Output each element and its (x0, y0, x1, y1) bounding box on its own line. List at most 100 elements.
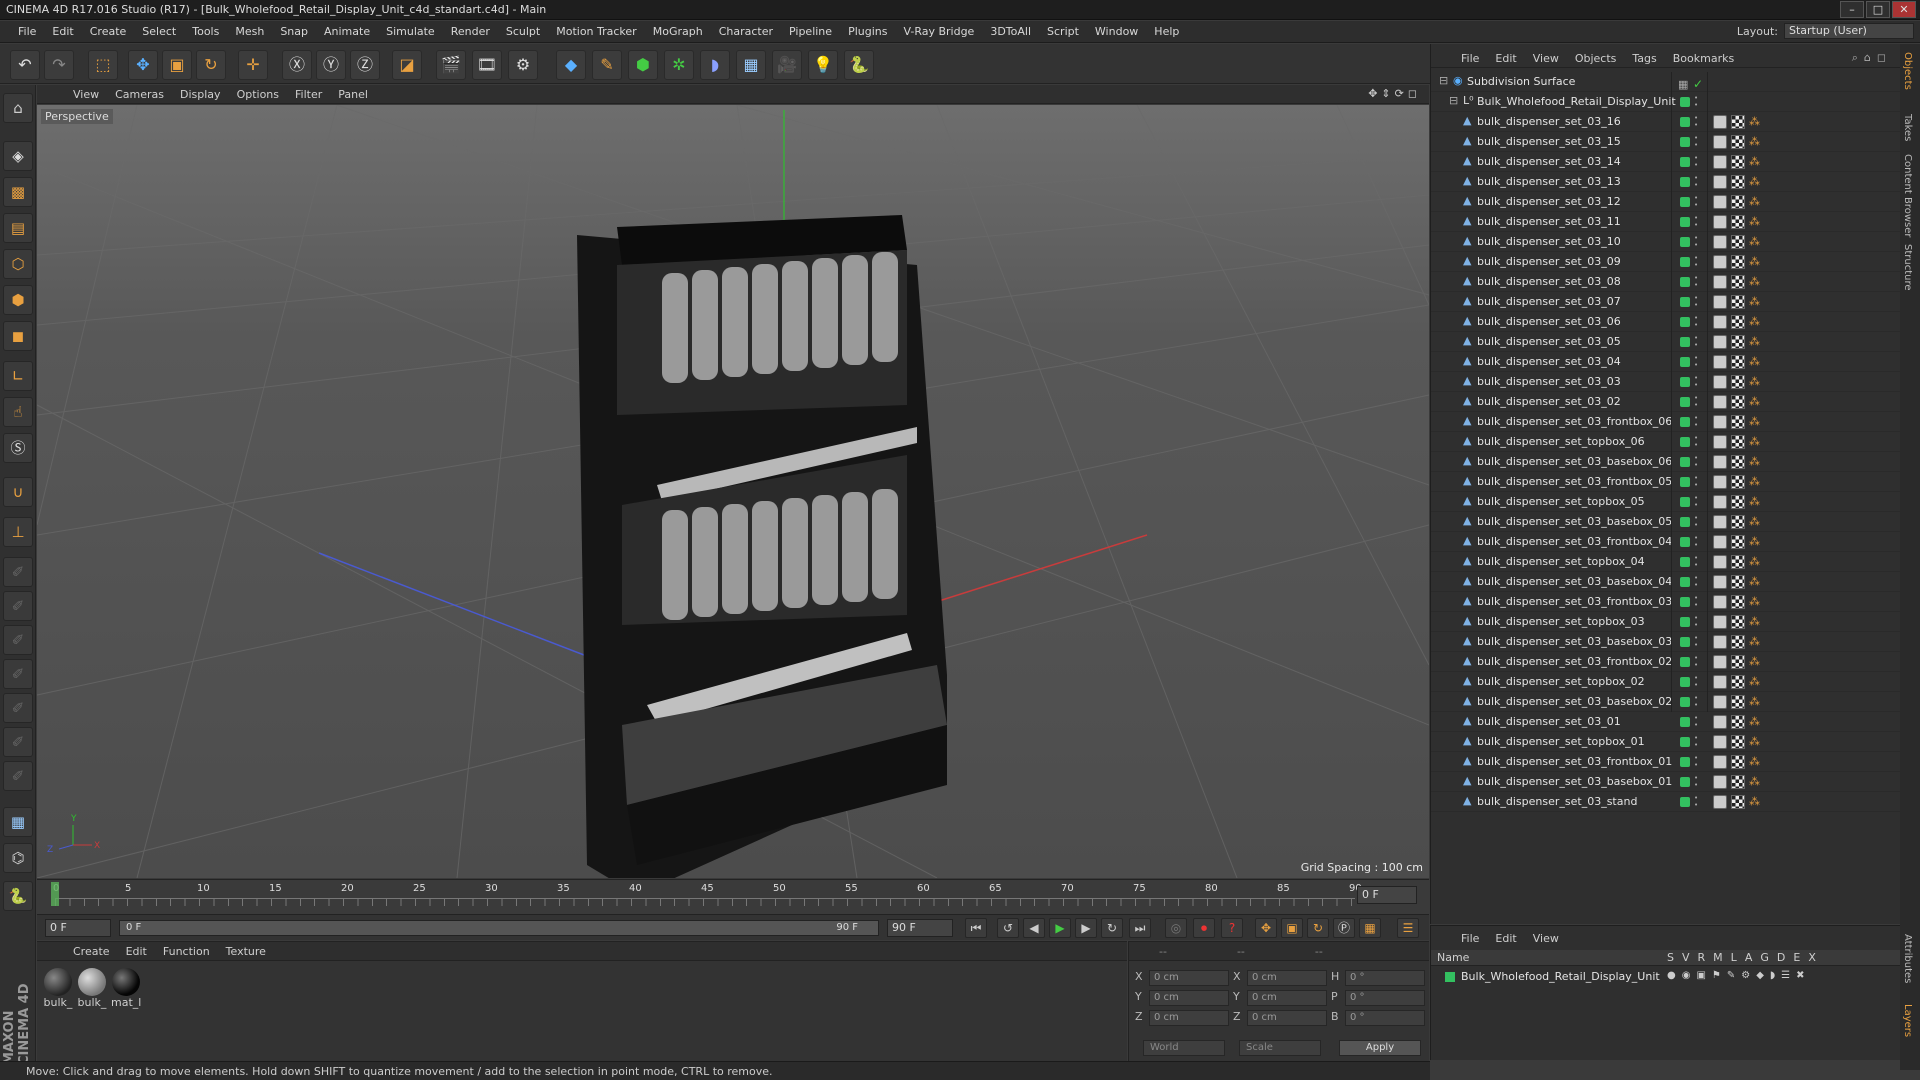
size-x-field[interactable]: 0 cm (1247, 970, 1327, 986)
viewport-menu-cameras[interactable]: Cameras (107, 88, 172, 101)
phong-tag-icon[interactable]: ⁂ (1749, 635, 1761, 649)
layer-color-icon[interactable] (1680, 797, 1690, 807)
object-row[interactable]: ▲ bulk_dispenser_set_03_basebox_02 • • ⁂ (1431, 692, 1900, 712)
material-tag-icon[interactable] (1731, 455, 1745, 469)
phong-tag-icon[interactable]: ⁂ (1749, 795, 1761, 809)
visibility-dots-icon[interactable]: • • (1694, 775, 1698, 789)
material-tag-icon[interactable] (1731, 635, 1745, 649)
scale-icon[interactable]: ▣ (162, 50, 192, 80)
material-tag-icon[interactable] (1731, 655, 1745, 669)
menu-simulate[interactable]: Simulate (378, 25, 443, 38)
phong-tag-icon[interactable]: ⁂ (1749, 495, 1761, 509)
material-menu-edit[interactable]: Edit (118, 945, 155, 958)
texture-tag-icon[interactable] (1713, 195, 1727, 209)
phong-tag-icon[interactable]: ⁂ (1749, 395, 1761, 409)
texture-tag-icon[interactable] (1713, 315, 1727, 329)
object-row[interactable]: ▲ bulk_dispenser_set_03_14 • • ⁂ (1431, 152, 1900, 172)
texture-tag-icon[interactable] (1713, 495, 1727, 509)
material-tag-icon[interactable] (1731, 495, 1745, 509)
python-icon[interactable]: 🐍 (844, 50, 874, 80)
visibility-dots-icon[interactable]: • • (1694, 455, 1698, 469)
python-script-icon[interactable]: 🐍 (3, 881, 33, 911)
material-tag-icon[interactable] (1731, 175, 1745, 189)
next-key-icon[interactable]: ↻ (1101, 918, 1123, 938)
phong-tag-icon[interactable]: ⁂ (1749, 335, 1761, 349)
layer-color-icon[interactable] (1680, 117, 1690, 127)
layer-color-icon[interactable] (1680, 437, 1690, 447)
texture-tag-icon[interactable] (1713, 295, 1727, 309)
phong-tag-icon[interactable]: ⁂ (1749, 215, 1761, 229)
size-z-field[interactable]: 0 cm (1247, 1010, 1327, 1026)
phong-tag-icon[interactable]: ⁂ (1749, 735, 1761, 749)
magnet-icon[interactable]: ∪ (3, 477, 33, 507)
object-row[interactable]: ▲ bulk_dispenser_set_topbox_03 • • ⁂ (1431, 612, 1900, 632)
apply-button[interactable]: Apply (1339, 1040, 1421, 1056)
rot-b-field[interactable]: 0 ° (1345, 1010, 1425, 1026)
texture-tag-icon[interactable] (1713, 695, 1727, 709)
brush-2-icon[interactable]: ✐ (3, 591, 33, 621)
material-tag-icon[interactable] (1731, 775, 1745, 789)
object-row[interactable]: ▲ bulk_dispenser_set_03_15 • • ⁂ (1431, 132, 1900, 152)
subdivision-icon[interactable]: ⬢ (628, 50, 658, 80)
snap-icon[interactable]: Ⓢ (3, 433, 33, 463)
material-tag-icon[interactable] (1731, 215, 1745, 229)
visibility-dots-icon[interactable]: • • (1694, 675, 1698, 689)
texture-tag-icon[interactable] (1713, 535, 1727, 549)
visibility-dots-icon[interactable]: • • (1694, 355, 1698, 369)
layer-color-icon[interactable] (1680, 637, 1690, 647)
texture-tag-icon[interactable] (1713, 355, 1727, 369)
coord-system-icon[interactable]: ◪ (392, 50, 422, 80)
redo-icon[interactable]: ↷ (44, 50, 74, 80)
material-1[interactable]: bulk_ (43, 968, 73, 1009)
phong-tag-icon[interactable]: ⁂ (1749, 115, 1761, 129)
bend-icon[interactable]: ⌬ (3, 843, 33, 873)
edges-mode-icon[interactable]: ⬢ (3, 285, 33, 315)
object-row[interactable]: ▲ bulk_dispenser_set_03_frontbox_02 • • ⁂ (1431, 652, 1900, 672)
visibility-dots-icon[interactable]: • • (1694, 495, 1698, 509)
close-icon[interactable]: ✕ (1892, 1, 1916, 18)
scale-select[interactable]: Scale (1239, 1040, 1321, 1056)
viewport-menu-display[interactable]: Display (172, 88, 229, 101)
visibility-dots-icon[interactable]: • • (1694, 215, 1698, 229)
layer-color-icon[interactable] (1680, 377, 1690, 387)
visibility-dots-icon[interactable]: • • (1694, 755, 1698, 769)
phong-tag-icon[interactable]: ⁂ (1749, 575, 1761, 589)
material-tag-icon[interactable] (1731, 135, 1745, 149)
start-frame-field[interactable]: 0 F (45, 919, 111, 937)
material-tag-icon[interactable] (1731, 235, 1745, 249)
material-menu-texture[interactable]: Texture (218, 945, 274, 958)
object-row[interactable]: ▲ bulk_dispenser_set_topbox_02 • • ⁂ (1431, 672, 1900, 692)
brush-7-icon[interactable]: ✐ (3, 761, 33, 791)
phong-tag-icon[interactable]: ⁂ (1749, 675, 1761, 689)
layer-color-icon[interactable] (1680, 717, 1690, 727)
key-rotate-icon[interactable]: ↻ (1307, 918, 1329, 938)
phong-tag-icon[interactable]: ⁂ (1749, 715, 1761, 729)
rot-h-field[interactable]: 0 ° (1345, 970, 1425, 986)
menu-file[interactable]: File (10, 25, 44, 38)
material-tag-icon[interactable] (1731, 715, 1745, 729)
phong-tag-icon[interactable]: ⁂ (1749, 155, 1761, 169)
object-row[interactable]: ▲ bulk_dispenser_set_03_stand • • ⁂ (1431, 792, 1900, 812)
z-axis-icon[interactable]: Ⓩ (350, 50, 380, 80)
object-row[interactable]: ▲ bulk_dispenser_set_topbox_04 • • ⁂ (1431, 552, 1900, 572)
menu-window[interactable]: Window (1087, 25, 1146, 38)
layer-menu-edit[interactable]: Edit (1487, 932, 1524, 945)
layer-color-icon[interactable] (1680, 537, 1690, 547)
layer-col-d[interactable]: D (1777, 951, 1785, 964)
material-tag-icon[interactable] (1731, 355, 1745, 369)
layer-col-v[interactable]: V (1682, 951, 1690, 964)
phong-tag-icon[interactable]: ⁂ (1749, 695, 1761, 709)
perspective-viewport[interactable]: Y X Z Perspective Grid Spacing : 100 cm (37, 105, 1429, 878)
phong-tag-icon[interactable]: ⁂ (1749, 515, 1761, 529)
viewport-nav-icons[interactable]: ✥⇕⟳◻ (1368, 87, 1421, 100)
phong-tag-icon[interactable]: ⁂ (1749, 255, 1761, 269)
material-tag-icon[interactable] (1731, 535, 1745, 549)
layer-color-icon[interactable] (1680, 697, 1690, 707)
axis-mode-icon[interactable]: ∟ (3, 361, 33, 391)
brush-5-icon[interactable]: ✐ (3, 693, 33, 723)
select-icon[interactable]: ⬚ (88, 50, 118, 80)
object-row[interactable]: ▲ bulk_dispenser_set_03_05 • • ⁂ (1431, 332, 1900, 352)
phong-tag-icon[interactable]: ⁂ (1749, 435, 1761, 449)
menu-create[interactable]: Create (82, 25, 135, 38)
object-menu-bookmarks[interactable]: Bookmarks (1665, 52, 1742, 65)
